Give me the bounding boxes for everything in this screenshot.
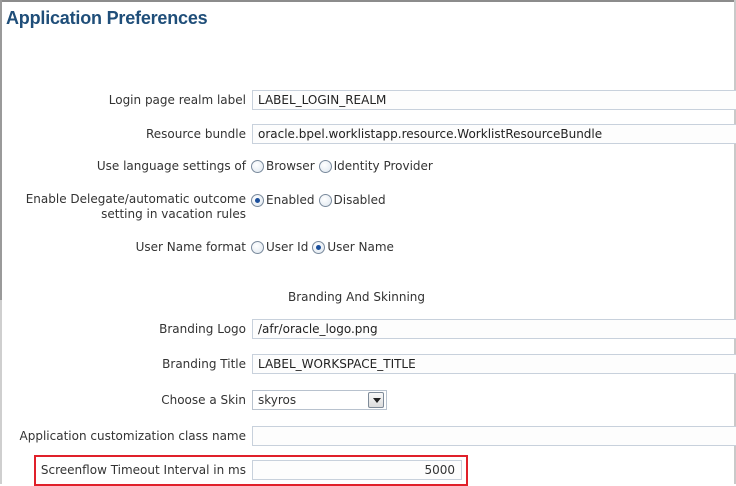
language-browser-radio[interactable] [251, 159, 264, 173]
skin-select-value: skyros [258, 393, 297, 407]
login-realm-input[interactable]: LABEL_LOGIN_REALM [252, 90, 736, 110]
delegate-enabled-label: Enabled [266, 193, 315, 207]
frame-top-border [0, 0, 736, 2]
page-title: Application Preferences [6, 8, 208, 28]
username-format-label: User Name format [135, 240, 246, 254]
delegate-disabled-label: Disabled [333, 193, 386, 207]
username-userid-label: User Id [266, 240, 309, 254]
skin-select[interactable]: skyros [252, 390, 387, 410]
delegate-enabled-radio[interactable] [251, 193, 264, 207]
language-identity-provider-label: Identity Provider [333, 159, 433, 173]
username-format-radio-group: User Id User Name [251, 240, 398, 254]
login-realm-label: Login page realm label [108, 93, 246, 107]
frame-left-border [0, 0, 2, 300]
language-browser-label: Browser [266, 159, 315, 173]
username-userid-radio[interactable] [251, 240, 264, 254]
language-radio-group: Browser Identity Provider [251, 159, 437, 173]
screenflow-timeout-label: Screenflow Timeout Interval in ms [40, 463, 246, 477]
delegate-radio-group: Enabled Disabled [251, 193, 390, 207]
language-settings-label: Use language settings of [96, 159, 246, 173]
screenflow-timeout-input[interactable]: 5000 [252, 460, 462, 480]
language-identity-provider-radio[interactable] [318, 159, 332, 173]
branding-logo-label: Branding Logo [159, 322, 246, 336]
branding-section-heading: Branding And Skinning [288, 290, 426, 304]
customization-class-input[interactable] [252, 426, 736, 446]
branding-title-label: Branding Title [162, 357, 246, 371]
branding-logo-input[interactable]: /afr/oracle_logo.png [252, 319, 736, 339]
username-username-label: User Name [327, 240, 394, 254]
resource-bundle-input[interactable]: oracle.bpel.worklistapp.resource.Worklis… [252, 124, 736, 144]
frame-left-border-lower [0, 300, 2, 484]
customization-class-label: Application customization class name [19, 429, 246, 443]
chevron-down-icon[interactable] [368, 392, 384, 408]
username-username-radio[interactable] [312, 240, 326, 254]
branding-title-input[interactable]: LABEL_WORKSPACE_TITLE [252, 354, 736, 374]
resource-bundle-label: Resource bundle [145, 127, 246, 141]
delegate-setting-label: Enable Delegate/automatic outcome settin… [25, 192, 246, 221]
skin-label: Choose a Skin [161, 393, 246, 407]
delegate-disabled-radio[interactable] [318, 193, 332, 207]
